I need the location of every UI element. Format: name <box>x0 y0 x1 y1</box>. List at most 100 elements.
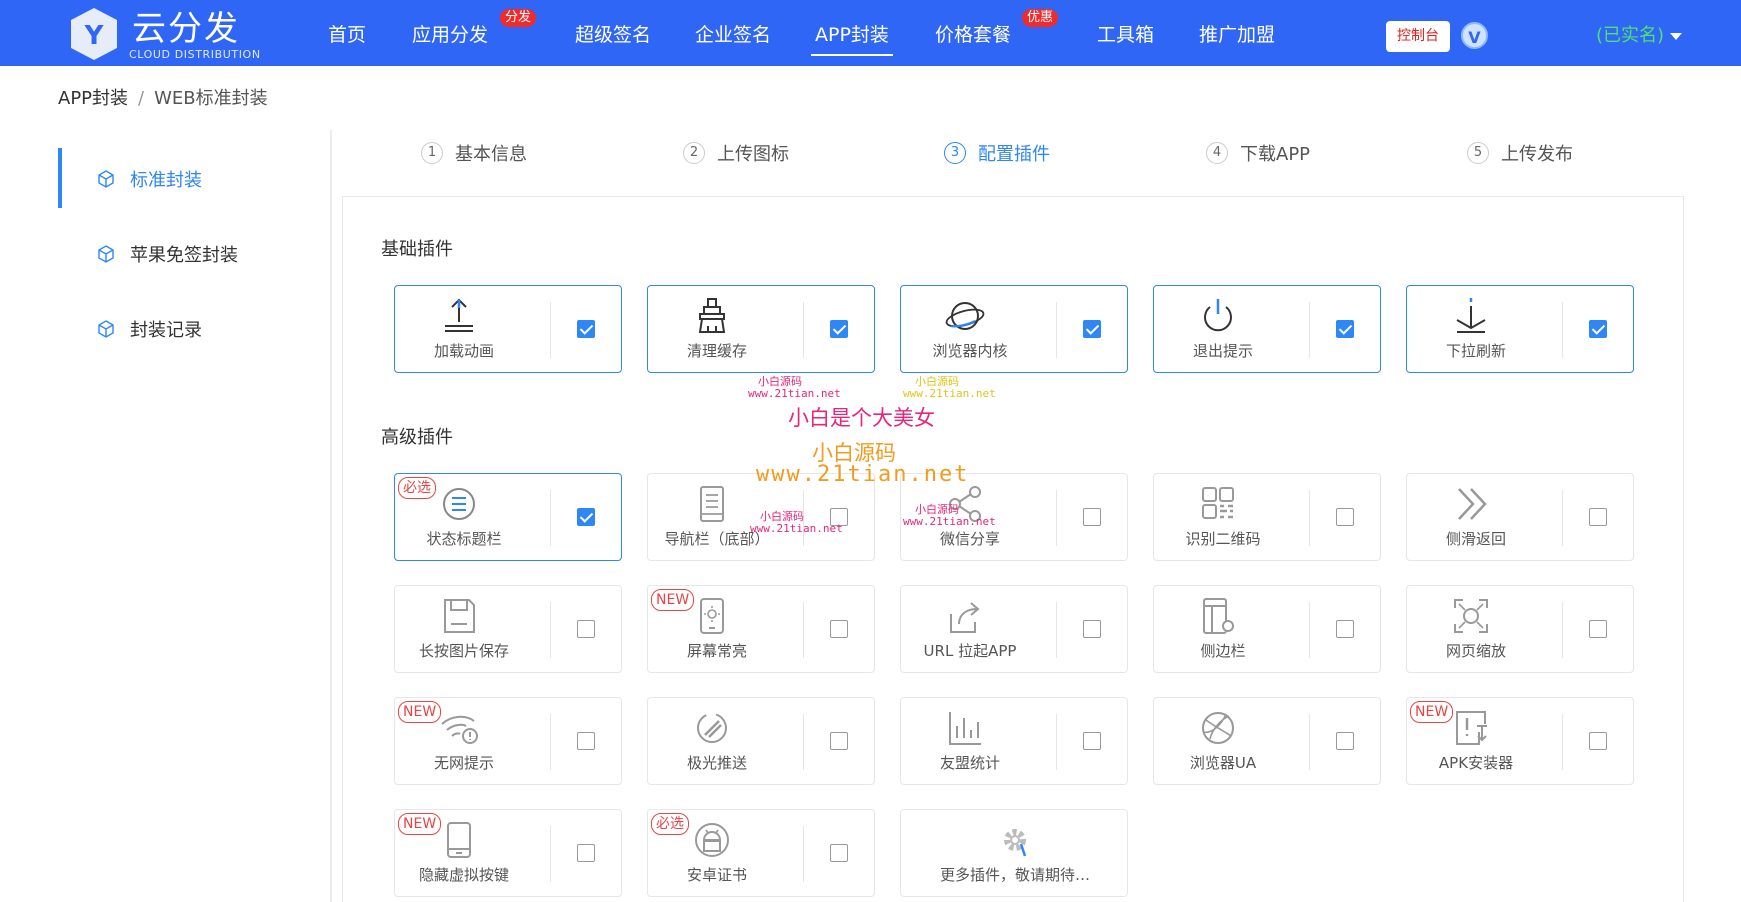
plugin-checkbox[interactable] <box>830 320 848 338</box>
plugin-card-screen-on[interactable]: 屏幕常亮 NEW <box>647 585 875 673</box>
plugin-label: 侧滑返回 <box>1445 530 1506 548</box>
plugin-checkbox[interactable] <box>577 732 595 750</box>
plugin-checkbox[interactable] <box>1083 508 1101 526</box>
breadcrumb-separator: / <box>138 88 145 109</box>
plugin-card-wechat-share[interactable]: 微信分享 <box>900 473 1128 561</box>
plugin-card-bottom-nav[interactable]: 导航栏（底部） <box>647 473 875 561</box>
plugin-label: URL 拉起APP <box>923 642 1017 660</box>
cube-icon <box>98 245 114 263</box>
plugin-checkbox[interactable] <box>1589 620 1607 638</box>
plugin-card-jpush[interactable]: 极光推送 <box>647 697 875 785</box>
card-divider <box>1309 602 1310 658</box>
nav-pricing[interactable]: 价格套餐 <box>935 22 1011 48</box>
sidebar-item-label: 苹果免签封装 <box>130 245 238 266</box>
sidebar-icon <box>1203 598 1234 634</box>
plugin-card-offline-tip[interactable]: 无网提示 NEW <box>394 697 622 785</box>
plugin-checkbox[interactable] <box>577 620 595 638</box>
plugin-label: 状态标题栏 <box>426 530 502 548</box>
plugin-label: 无网提示 <box>433 754 494 772</box>
plugin-card-status-bar[interactable]: 状态标题栏 必选 <box>394 473 622 561</box>
new-tag: NEW <box>398 701 442 723</box>
sidebar-item-standard[interactable]: 标准封装 <box>58 148 318 208</box>
plugin-card-swipe-back[interactable]: 侧滑返回 <box>1406 473 1634 561</box>
svg-text:Y: Y <box>84 21 105 51</box>
nav-super-signature[interactable]: 超级签名 <box>575 22 651 48</box>
nav-home[interactable]: 首页 <box>328 22 366 48</box>
plugin-card-browser-ua[interactable]: 浏览器UA <box>1153 697 1381 785</box>
plugin-checkbox[interactable] <box>1336 620 1354 638</box>
plugin-card-browser-core[interactable]: 浏览器内核 <box>900 285 1128 373</box>
plugin-checkbox[interactable] <box>1336 732 1354 750</box>
nav-app-packaging[interactable]: APP封装 <box>811 22 893 56</box>
top-navbar: Y 云分发 CLOUD DISTRIBUTION 首页 应用分发 分发 超级签名… <box>0 0 1741 66</box>
plugin-card-apk-installer[interactable]: APK安装器 NEW <box>1406 697 1634 785</box>
logo-subtitle: CLOUD DISTRIBUTION <box>129 48 261 61</box>
phone-icon <box>447 822 471 858</box>
sidebar-item-apple-free-sign[interactable]: 苹果免签封装 <box>58 223 318 283</box>
card-divider <box>1056 602 1057 658</box>
plugin-checkbox[interactable] <box>1589 320 1607 338</box>
console-button[interactable]: 控制台 <box>1386 21 1450 52</box>
plugin-checkbox[interactable] <box>1336 508 1354 526</box>
nav-toolbox[interactable]: 工具箱 <box>1097 22 1154 48</box>
plugin-card-page-zoom[interactable]: 网页缩放 <box>1406 585 1634 673</box>
sidebar-item-records[interactable]: 封装记录 <box>58 298 318 358</box>
planet-icon <box>945 302 985 330</box>
plugin-label: 友盟统计 <box>939 754 1000 772</box>
plugin-checkbox[interactable] <box>830 508 848 526</box>
user-verified-menu[interactable]: (已实名) <box>1596 24 1683 48</box>
plugin-checkbox[interactable] <box>577 844 595 862</box>
plugin-label: 识别二维码 <box>1185 530 1261 548</box>
side-menu: 标准封装 苹果免签封装 封装记录 <box>58 130 330 902</box>
plugin-label: 导航栏（底部） <box>664 530 770 548</box>
plugin-checkbox[interactable] <box>1589 732 1607 750</box>
plugin-checkbox[interactable] <box>1589 508 1607 526</box>
plugin-label: 网页缩放 <box>1445 642 1506 660</box>
plugin-card-long-press-save[interactable]: 长按图片保存 <box>394 585 622 673</box>
plugin-checkbox[interactable] <box>1336 320 1354 338</box>
plugin-checkbox[interactable] <box>830 732 848 750</box>
step-download-app[interactable]: 4 下载APP <box>1206 140 1310 172</box>
plugin-checkbox[interactable] <box>1083 620 1101 638</box>
plugin-card-qr-scan[interactable]: 识别二维码 <box>1153 473 1381 561</box>
plugin-card-hide-virtual-keys[interactable]: 隐藏虚拟按键 NEW <box>394 809 622 897</box>
breadcrumb-root[interactable]: APP封装 <box>58 88 128 109</box>
plugin-checkbox[interactable] <box>577 508 595 526</box>
plugin-checkbox[interactable] <box>830 844 848 862</box>
plugin-checkbox[interactable] <box>577 320 595 338</box>
plugin-label: 极光推送 <box>686 754 747 772</box>
wifi-off-icon <box>441 715 478 744</box>
plugin-card-sidebar[interactable]: 侧边栏 <box>1153 585 1381 673</box>
plugin-card-clear-cache[interactable]: 清理缓存 <box>647 285 875 373</box>
cube-icon <box>98 320 114 338</box>
card-divider <box>1309 714 1310 770</box>
card-divider <box>1309 490 1310 546</box>
plugin-card-umeng-stats[interactable]: 友盟统计 <box>900 697 1128 785</box>
plugin-card-loading-animation[interactable]: 加载动画 <box>394 285 622 373</box>
step-number: 1 <box>421 142 443 164</box>
plugin-checkbox[interactable] <box>1083 732 1101 750</box>
vip-badge-icon[interactable]: V <box>1461 22 1488 49</box>
nav-promotion[interactable]: 推广加盟 <box>1199 22 1275 48</box>
plugin-label: 下拉刷新 <box>1445 342 1506 360</box>
power-icon <box>1204 299 1232 332</box>
step-basic-info[interactable]: 1 基本信息 <box>421 140 527 172</box>
nav-enterprise-signature[interactable]: 企业签名 <box>695 22 771 48</box>
step-upload-publish[interactable]: 5 上传发布 <box>1467 140 1573 172</box>
step-upload-icon[interactable]: 2 上传图标 <box>683 140 789 172</box>
logo-title: 云分发 <box>132 9 240 49</box>
plugin-card-url-launch[interactable]: URL 拉起APP <box>900 585 1128 673</box>
plugin-label: 隐藏虚拟按键 <box>418 866 509 884</box>
logo[interactable]: Y 云分发 CLOUD DISTRIBUTION <box>66 6 266 61</box>
plugin-card-exit-prompt[interactable]: 退出提示 <box>1153 285 1381 373</box>
required-tag: 必选 <box>651 813 689 835</box>
nav-app-distribution[interactable]: 应用分发 <box>412 22 488 48</box>
plugin-checkbox[interactable] <box>1083 320 1101 338</box>
plugin-checkbox[interactable] <box>830 620 848 638</box>
plugin-label: 屏幕常亮 <box>686 642 747 660</box>
plugin-card-android-cert[interactable]: 安卓证书 必选 <box>647 809 875 897</box>
plugin-label: 退出提示 <box>1192 342 1253 360</box>
step-configure-plugins[interactable]: 3 配置插件 <box>944 140 1050 172</box>
plugin-card-pull-refresh[interactable]: 下拉刷新 <box>1406 285 1634 373</box>
sidebar-item-label: 封装记录 <box>130 320 202 341</box>
